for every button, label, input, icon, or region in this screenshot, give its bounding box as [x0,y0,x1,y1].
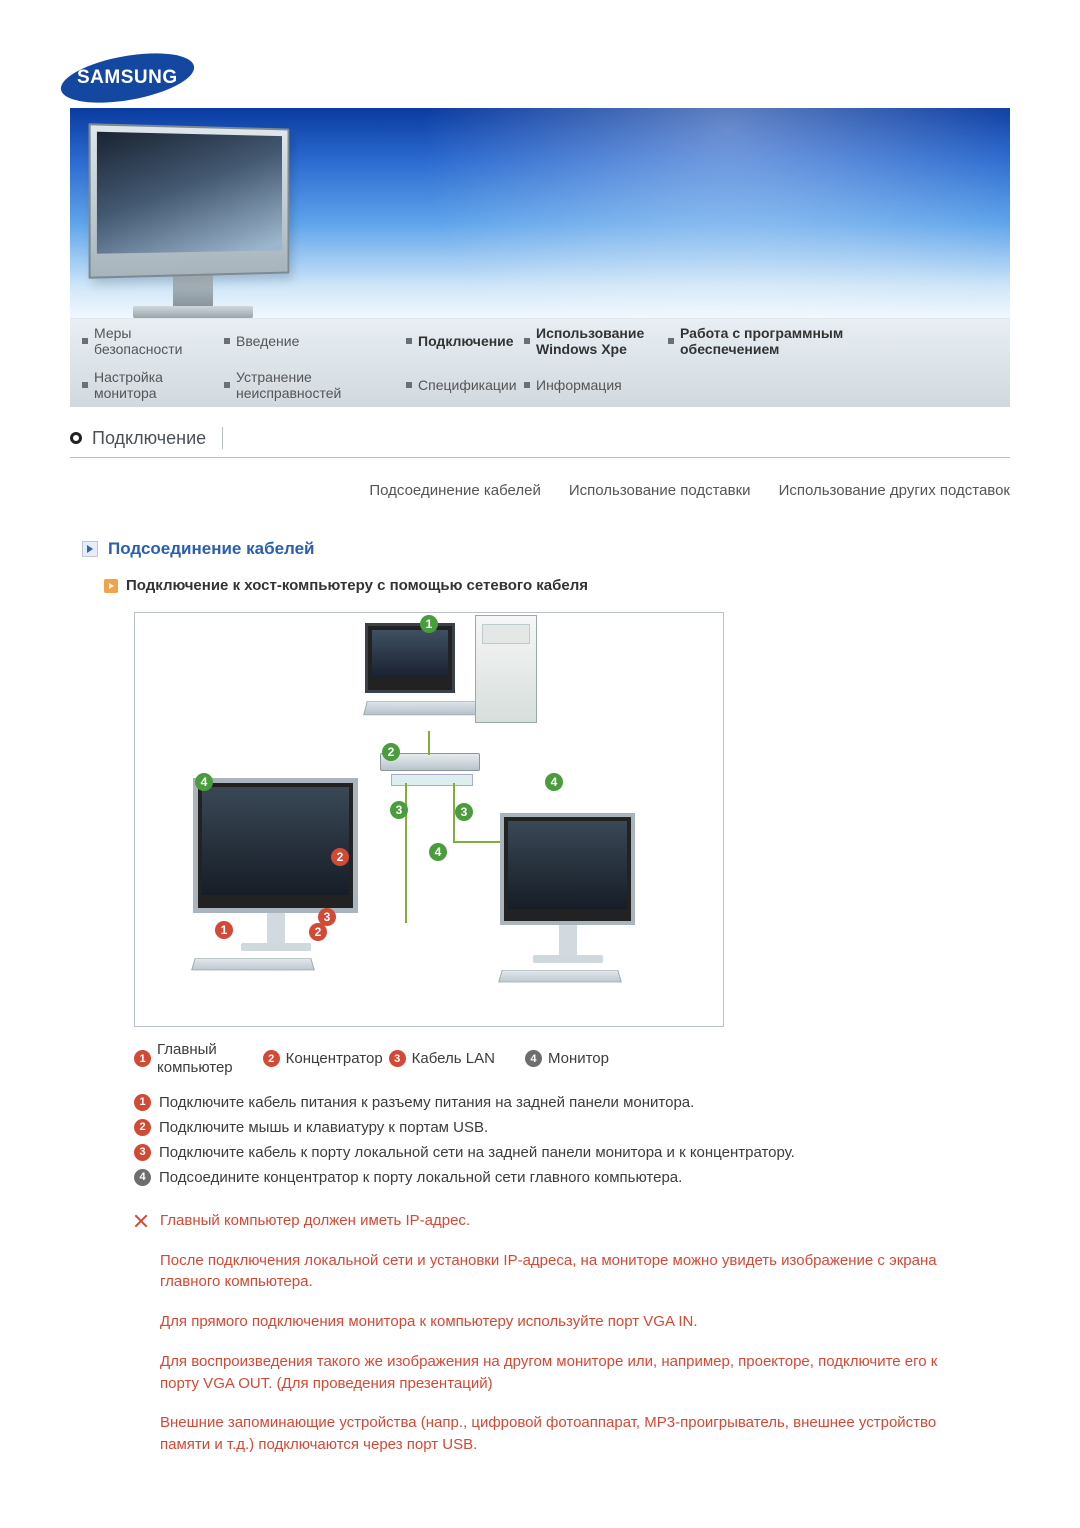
bullet-icon [668,338,674,344]
note-3: Для прямого подключения монитора к компь… [160,1311,954,1333]
divider [222,427,223,449]
bullet-icon [524,338,530,344]
subheading: Подключение к хост-компьютеру с помощью … [104,577,1010,594]
orange-arrow-icon [104,579,118,593]
nav-connection[interactable]: Подключение [394,319,512,363]
step-num-4-icon: 4 [134,1169,151,1186]
x-icon [134,1214,148,1228]
note-2: После подключения локальной сети и устан… [160,1250,954,1294]
bullet-icon [406,338,412,344]
diagram-badge-4: 4 [545,773,563,791]
diagram-badge-4: 4 [429,843,447,861]
main-nav: Меры безопасности Введение Подключение И… [70,318,1010,407]
nav-monitor-setup[interactable]: Настройка монитора [70,363,212,407]
legend-num-3-icon: 3 [389,1050,406,1067]
bullet-icon [406,382,412,388]
section-title: Подключение [92,428,206,449]
step-4: Подсоедините концентратор к порту локаль… [159,1167,682,1188]
note-1: Главный компьютер должен иметь IP-адрес. [160,1210,470,1232]
bullet-icon [82,338,88,344]
step-1: Подключите кабель питания к разъему пита… [159,1092,694,1113]
diagram-client-2 [500,813,635,986]
step-list: 1 Подключите кабель питания к разъему пит… [134,1092,1010,1188]
connection-diagram: 1 2 3 3 4 4 4 2 3 1 2 [134,612,724,1027]
step-2: Подключите мышь и клавиатуру к портам US… [159,1117,488,1138]
notes-block: Главный компьютер должен иметь IP-адрес.… [134,1210,954,1456]
nav-software[interactable]: Работа с программнымобеспечением [656,319,855,363]
nav-intro[interactable]: Введение [212,319,394,363]
heading-cables: Подсоединение кабелей [82,539,1010,559]
legend-num-4-icon: 4 [525,1050,542,1067]
note-5: Внешние запоминающие устройства (напр., … [160,1412,954,1456]
step-num-1-icon: 1 [134,1094,151,1111]
note-4: Для воспроизведения такого же изображени… [160,1351,954,1395]
nav-specs[interactable]: Спецификации [394,363,512,407]
section-header: Подключение [70,427,1010,458]
subtab-stand[interactable]: Использование подставки [569,482,751,499]
hero-banner [70,108,1010,318]
diagram-badge-3: 3 [455,803,473,821]
bullet-icon [224,382,230,388]
samsung-logo: SAMSUNG [60,56,1010,96]
legend-num-1-icon: 1 [134,1050,151,1067]
diagram-client-1 [193,778,358,974]
bullet-icon [524,382,530,388]
step-3: Подключите кабель к порту локальной сети… [159,1142,795,1163]
nav-troubleshoot[interactable]: Устранение неисправностей [212,363,394,407]
diagram-tower [475,615,537,723]
nav-windows-xpe[interactable]: ИспользованиеWindows Xpe [512,319,656,363]
subtab-other-stand[interactable]: Использование других подставок [779,482,1010,499]
legend-num-2-icon: 2 [263,1050,280,1067]
subtab-cables[interactable]: Подсоединение кабелей [369,482,540,499]
step-num-3-icon: 3 [134,1144,151,1161]
legend: 1Главныйкомпьютер 2Концентратор 3Кабель … [134,1041,1010,1076]
bullet-icon [224,338,230,344]
arrow-icon [82,541,98,557]
nav-safety[interactable]: Меры безопасности [70,319,212,363]
subtabs: Подсоединение кабелей Использование подс… [70,482,1010,499]
bullet-icon [82,382,88,388]
nav-info[interactable]: Информация [512,363,656,407]
circle-icon [70,432,82,444]
step-num-2-icon: 2 [134,1119,151,1136]
